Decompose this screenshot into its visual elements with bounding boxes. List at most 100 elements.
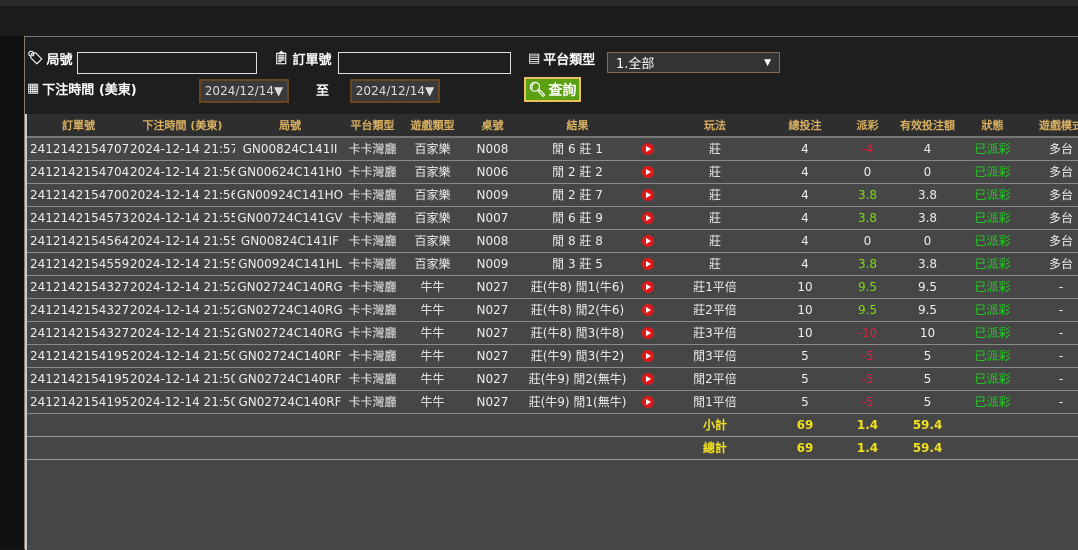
platform-select[interactable]: 1.全部 ▼ <box>607 52 780 73</box>
cell: 2024-12-14 21:52:12 <box>130 321 235 345</box>
cell: 5 <box>770 344 840 368</box>
table-row: 2412142154195202024-12-14 21:50:37GN0272… <box>27 344 1078 368</box>
cell: 多台 <box>1025 252 1078 276</box>
cell: 百家樂 <box>400 160 465 184</box>
cell: 多台 <box>1025 160 1078 184</box>
cell: 莊 <box>660 183 770 207</box>
cell: 2024-12-14 21:57:01 <box>130 137 235 161</box>
column-header: 平台類型 <box>345 114 400 138</box>
play-video-icon[interactable] <box>641 143 654 156</box>
play-video-icon[interactable] <box>641 189 654 201</box>
order-input[interactable] <box>338 52 511 74</box>
cell: 2024-12-14 21:55:11 <box>130 229 235 253</box>
play-video-icon[interactable] <box>641 212 654 224</box>
time-label: ▦ 下注時間 (美東) <box>27 81 137 98</box>
video-cell <box>635 252 660 276</box>
cell: GN00924C141HL <box>235 252 345 276</box>
payout: 0 <box>840 160 895 184</box>
cell: 莊1平倍 <box>660 275 770 299</box>
cell: 閒 8 莊 8 <box>520 229 635 253</box>
cell: 9.5 <box>895 275 960 299</box>
total-row: 總計 69 1.4 59.4 <box>27 436 1078 460</box>
cell: 莊 <box>660 206 770 230</box>
cell: N008 <box>465 137 520 161</box>
cell: 卡卡灣廳 <box>345 206 400 230</box>
video-cell <box>635 206 660 230</box>
cell: 2024-12-14 21:50:37 <box>130 344 235 368</box>
cell: 69 <box>770 413 840 437</box>
payout: -5 <box>840 344 895 368</box>
empty-cell <box>345 436 400 460</box>
cell: 10 <box>770 275 840 299</box>
chevron-down-icon: ▼ <box>764 57 771 68</box>
payout: -4 <box>840 137 895 161</box>
order-number: 241214215456464 <box>27 229 130 253</box>
cell: 2024-12-14 21:56:55 <box>130 183 235 207</box>
play-video-icon[interactable] <box>641 166 654 178</box>
play-video-icon[interactable] <box>641 235 654 247</box>
date-from-picker[interactable]: 2024/12/14▼ <box>199 79 289 103</box>
empty-cell <box>130 413 235 437</box>
cell: GN02724C140RG <box>235 321 345 345</box>
video-cell <box>635 298 660 322</box>
video-cell <box>635 160 660 184</box>
cell: 卡卡灣廳 <box>345 183 400 207</box>
cell: GN02724C140RF <box>235 367 345 391</box>
order-number: 241214215432760 <box>27 298 130 322</box>
date-to-picker[interactable]: 2024/12/14▼ <box>350 79 440 103</box>
play-video-icon[interactable] <box>641 373 654 385</box>
cell: 卡卡灣廳 <box>345 321 400 345</box>
status: 已派彩 <box>960 137 1025 161</box>
payout: 3.8 <box>840 183 895 207</box>
order-label: 📋︎ 訂單號 <box>273 51 332 68</box>
cell: N009 <box>465 252 520 276</box>
status: 已派彩 <box>960 275 1025 299</box>
cell: 莊(牛8) 閒3(牛8) <box>520 321 635 345</box>
play-video-icon[interactable] <box>641 281 654 293</box>
empty-cell <box>1025 436 1078 460</box>
cell: GN00824C141IF <box>235 229 345 253</box>
cell: 多台 <box>1025 137 1078 161</box>
round-input[interactable] <box>77 52 257 74</box>
table-row: 2412142154327602024-12-14 21:52:12GN0272… <box>27 298 1078 322</box>
cell: 莊 <box>660 160 770 184</box>
payout: 0 <box>840 229 895 253</box>
cell: 閒 6 莊 1 <box>520 137 635 161</box>
clipboard-icon: 📋︎ <box>273 51 290 66</box>
column-header: 狀態 <box>960 114 1025 138</box>
play-video-icon[interactable] <box>641 396 654 408</box>
cell: 卡卡灣廳 <box>345 275 400 299</box>
column-header: 結果 <box>520 114 635 138</box>
cell: 莊 <box>660 229 770 253</box>
cell: 百家樂 <box>400 183 465 207</box>
cell: 0 <box>895 229 960 253</box>
play-video-icon[interactable] <box>641 350 654 362</box>
play-video-icon[interactable] <box>641 258 654 270</box>
order-number: 241214215419518 <box>27 390 130 414</box>
play-video-icon[interactable] <box>641 327 654 339</box>
table-row: 2412142154559482024-12-14 21:55:07GN0092… <box>27 252 1078 276</box>
column-header: 玩法 <box>660 114 770 138</box>
cell: 牛牛 <box>400 367 465 391</box>
column-header: 下注時間 (美東) <box>130 114 235 138</box>
status: 已派彩 <box>960 344 1025 368</box>
cell: 2024-12-14 21:52:12 <box>130 298 235 322</box>
calendar-icon: ▦ <box>27 81 40 96</box>
query-button[interactable]: 🔍︎ 查詢 <box>524 77 581 102</box>
video-cell <box>635 137 660 161</box>
cell: 3.8 <box>895 206 960 230</box>
cell: 4 <box>895 137 960 161</box>
search-icon: 🔍︎ <box>528 81 547 98</box>
cell: 卡卡灣廳 <box>345 390 400 414</box>
video-cell <box>635 183 660 207</box>
cell: 5 <box>895 390 960 414</box>
play-video-icon[interactable] <box>641 304 654 316</box>
cell: 卡卡灣廳 <box>345 252 400 276</box>
empty-cell <box>27 413 130 437</box>
bet-record-panel: 🏷︎ 局號 📋︎ 訂單號 ▤ 平台類型 1.全部 ▼ ▦ 下注時間 (美東) 2024/1… <box>25 36 1078 550</box>
top-bar <box>0 6 1078 36</box>
video-cell <box>635 229 660 253</box>
to-label: 至 <box>316 84 330 99</box>
empty-cell <box>520 413 635 437</box>
cell: N027 <box>465 298 520 322</box>
